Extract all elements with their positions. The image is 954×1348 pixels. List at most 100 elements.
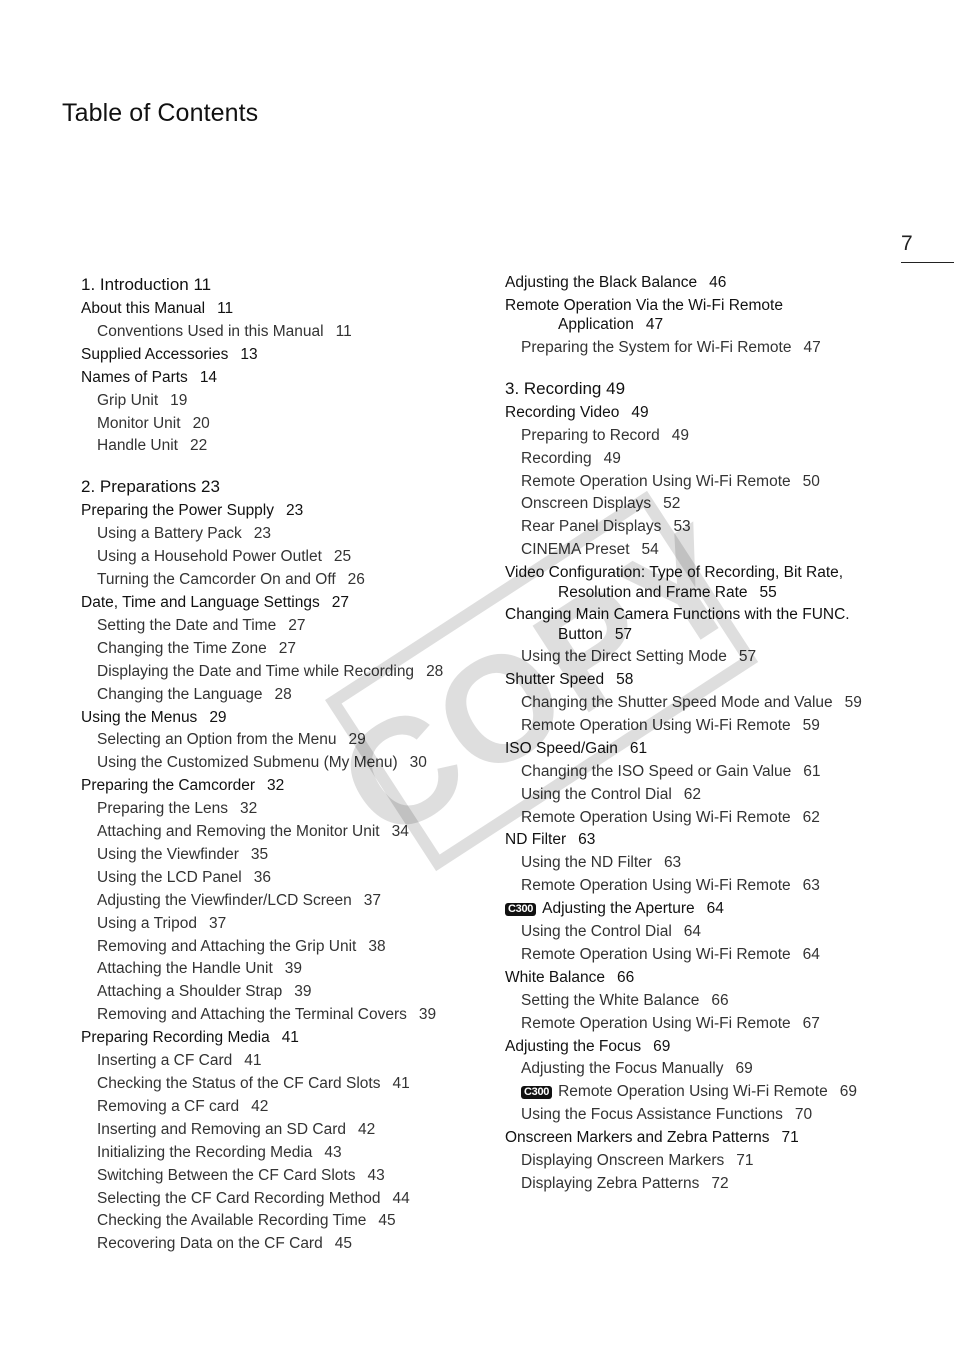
toc-section-entry[interactable]: Remote Operation Via the Wi-Fi Remote App… [505,295,935,337]
toc-entry-title: Recording Video [505,403,620,421]
toc-section-entry[interactable]: Supplied Accessories 13 [81,344,481,367]
toc-subsection-entry[interactable]: Using the Control Dial 62 [505,784,935,807]
toc-subsection-entry[interactable]: Monitor Unit 20 [81,413,481,436]
toc-subsection-entry[interactable]: Using the LCD Panel 36 [81,867,481,890]
toc-section-entry[interactable]: ISO Speed/Gain 61 [505,738,935,761]
toc-subsection-entry[interactable]: C300 Remote Operation Using Wi-Fi Remote 6… [505,1081,935,1104]
toc-entry-title: Adjusting the Black Balance [505,274,698,291]
toc-subsection-entry[interactable]: Using the Direct Setting Mode 57 [505,646,935,669]
toc-subsection-entry[interactable]: Remote Operation Using Wi-Fi Remote 62 [505,807,935,830]
toc-subsection-entry[interactable]: Attaching and Removing the Monitor Unit 3… [81,821,481,844]
toc-section-entry[interactable]: Shutter Speed 58 [505,669,935,692]
toc-subsection-entry[interactable]: Using a Battery Pack 23 [81,523,481,546]
toc-page-number: 19 [170,391,188,409]
toc-section-entry[interactable]: Names of Parts 14 [81,367,481,390]
toc-section-entry[interactable]: About this Manual 11 [81,298,481,321]
toc-section-entry[interactable]: Preparing the Camcorder 32 [81,775,481,798]
toc-subsection-entry[interactable]: Changing the Shutter Speed Mode and Valu… [505,692,935,715]
toc-subsection-entry[interactable]: Attaching the Handle Unit 39 [81,958,481,981]
toc-subsection-entry[interactable]: Rear Panel Displays 53 [505,516,935,539]
toc-subsection-entry[interactable]: Removing and Attaching the Grip Unit 38 [81,936,481,959]
toc-section-entry[interactable]: Using the Menus 29 [81,707,481,730]
toc-page-number: 54 [641,541,659,559]
toc-page-number: 71 [781,1129,799,1147]
toc-subsection-entry[interactable]: Displaying Onscreen Markers 71 [505,1150,935,1173]
toc-subsection-entry[interactable]: Remote Operation Using Wi-Fi Remote 67 [505,1013,935,1036]
toc-subsection-entry[interactable]: Using a Household Power Outlet 25 [81,546,481,569]
toc-subsection-entry[interactable]: Checking the Available Recording Time 45 [81,1210,481,1233]
toc-subsection-entry[interactable]: Remote Operation Using Wi-Fi Remote 63 [505,875,935,898]
toc-subsection-entry[interactable]: Remote Operation Using Wi-Fi Remote 64 [505,944,935,967]
toc-entry-title-continuation: Application [558,316,634,334]
toc-subsection-entry[interactable]: Removing a CF card 42 [81,1096,481,1119]
toc-subsection-entry[interactable]: Displaying Zebra Patterns 72 [505,1173,935,1196]
toc-subsection-entry[interactable]: Preparing the System for Wi-Fi Remote 47 [505,337,935,360]
toc-page-number: 62 [802,808,820,826]
toc-section-entry[interactable]: C300 Adjusting the Aperture 64 [505,898,935,921]
toc-subsection-entry[interactable]: Selecting the CF Card Recording Method 44 [81,1188,481,1211]
toc-subsection-entry[interactable]: Changing the Language 28 [81,684,481,707]
toc-page-number: 30 [409,754,427,772]
toc-section-entry[interactable]: White Balance 66 [505,967,935,990]
toc-section-entry[interactable]: Adjusting the Focus 69 [505,1036,935,1059]
toc-subsection-entry[interactable]: Using the Control Dial 64 [505,921,935,944]
toc-entry-title: Changing the Language [97,685,263,703]
toc-subsection-entry[interactable]: Using the Focus Assistance Functions 70 [505,1104,935,1127]
toc-subsection-entry[interactable]: Changing the Time Zone 27 [81,638,481,661]
toc-subsection-entry[interactable]: Inserting a CF Card 41 [81,1050,481,1073]
toc-page-number: 47 [803,338,821,356]
toc-entry-title: Removing and Attaching the Terminal Cove… [97,1006,407,1024]
toc-section-entry[interactable]: Recording Video 49 [505,402,935,425]
toc-section-entry[interactable]: Date, Time and Language Settings 27 [81,592,481,615]
toc-section-entry[interactable]: Adjusting the Black Balance 46 [505,272,935,295]
toc-entry-title: Using the Menus [81,708,198,726]
toc-subsection-entry[interactable]: Remote Operation Using Wi-Fi Remote 59 [505,715,935,738]
toc-subsection-entry[interactable]: Switching Between the CF Card Slots 43 [81,1165,481,1188]
toc-subsection-entry[interactable]: Using the Customized Submenu (My Menu) 30 [81,752,481,775]
toc-subsection-entry[interactable]: Removing and Attaching the Terminal Cove… [81,1004,481,1027]
toc-section-entry[interactable]: Onscreen Markers and Zebra Patterns 71 [505,1127,935,1150]
toc-entry-title: Setting the White Balance [521,991,700,1009]
toc-section-entry[interactable]: ND Filter 63 [505,829,935,852]
toc-entry-title: Monitor Unit [97,414,181,432]
toc-chapter-heading[interactable]: 1. Introduction 11 [81,272,481,298]
toc-subsection-entry[interactable]: Displaying the Date and Time while Recor… [81,661,481,684]
toc-entry-title: Using a Battery Pack [97,525,242,543]
toc-subsection-entry[interactable]: Recording 49 [505,448,935,471]
toc-subsection-entry[interactable]: Adjusting the Viewfinder/LCD Screen 37 [81,890,481,913]
toc-subsection-entry[interactable]: Turning the Camcorder On and Off 26 [81,569,481,592]
toc-subsection-entry[interactable]: Initializing the Recording Media 43 [81,1142,481,1165]
toc-entry-title: Inserting a CF Card [97,1052,233,1070]
toc-entry-title: Remote Operation Using Wi-Fi Remote [558,1083,828,1101]
toc-subsection-entry[interactable]: Attaching a Shoulder Strap 39 [81,981,481,1004]
toc-subsection-entry[interactable]: Conventions Used in this Manual 11 [81,321,481,344]
toc-subsection-entry[interactable]: CINEMA Preset 54 [505,539,935,562]
toc-subsection-entry[interactable]: Adjusting the Focus Manually 69 [505,1058,935,1081]
toc-chapter-heading[interactable]: 3. Recording 49 [505,376,935,402]
toc-subsection-entry[interactable]: Setting the White Balance 66 [505,990,935,1013]
toc-subsection-entry[interactable]: Using the ND Filter 63 [505,852,935,875]
toc-subsection-entry[interactable]: Grip Unit 19 [81,390,481,413]
toc-section-entry[interactable]: Video Configuration: Type of Recording, … [505,562,935,604]
toc-section-entry[interactable]: Changing Main Camera Functions with the … [505,604,935,646]
toc-subsection-entry[interactable]: Preparing the Lens 32 [81,798,481,821]
toc-subsection-entry[interactable]: Using the Viewfinder 35 [81,844,481,867]
toc-subsection-entry[interactable]: Checking the Status of the CF Card Slots… [81,1073,481,1096]
toc-subsection-entry[interactable]: Preparing to Record 49 [505,425,935,448]
toc-subsection-entry[interactable]: Inserting and Removing an SD Card 42 [81,1119,481,1142]
toc-subsection-entry[interactable]: Setting the Date and Time 27 [81,615,481,638]
toc-subsection-entry[interactable]: Selecting an Option from the Menu 29 [81,729,481,752]
toc-subsection-entry[interactable]: Changing the ISO Speed or Gain Value 61 [505,761,935,784]
toc-section-entry[interactable]: Preparing Recording Media 41 [81,1027,481,1050]
toc-page-number: 49 [631,403,649,421]
toc-subsection-entry[interactable]: Using a Tripod 37 [81,913,481,936]
toc-chapter-heading[interactable]: 2. Preparations 23 [81,474,481,500]
toc-entry-title: Names of Parts [81,368,188,386]
toc-subsection-entry[interactable]: Onscreen Displays 52 [505,493,935,516]
toc-section-entry[interactable]: Preparing the Power Supply 23 [81,500,481,523]
toc-page-number: 61 [629,739,648,757]
toc-subsection-entry[interactable]: Handle Unit 22 [81,435,481,458]
toc-subsection-entry[interactable]: Remote Operation Using Wi-Fi Remote 50 [505,471,935,494]
toc-entry-title: Inserting and Removing an SD Card [97,1120,346,1138]
toc-subsection-entry[interactable]: Recovering Data on the CF Card 45 [81,1233,481,1256]
